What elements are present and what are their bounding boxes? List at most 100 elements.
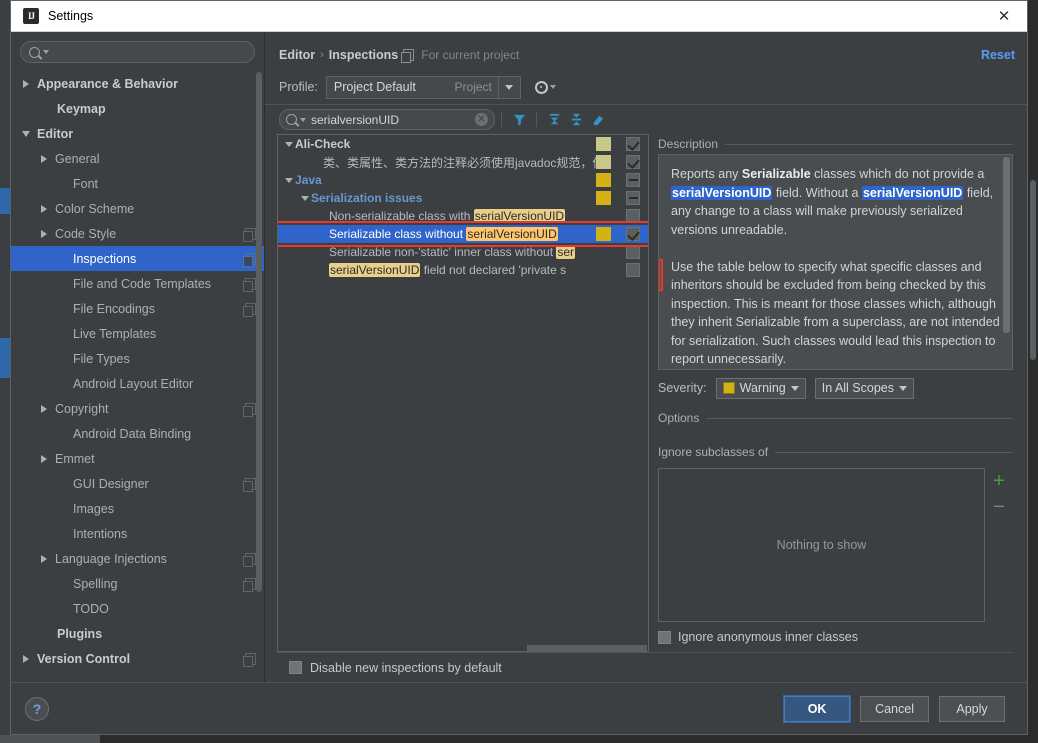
chevron-right-icon[interactable] bbox=[21, 653, 33, 665]
chevron-down-icon[interactable] bbox=[21, 128, 33, 140]
sidebar-item-android-data-binding[interactable]: Android Data Binding bbox=[11, 421, 264, 446]
help-button[interactable]: ? bbox=[25, 696, 49, 721]
inspection-checkbox[interactable] bbox=[626, 227, 640, 241]
ignore-anonymous-row[interactable]: Ignore anonymous inner classes bbox=[658, 622, 1013, 652]
sidebar-item-keymap[interactable]: Keymap bbox=[11, 96, 264, 121]
description-scrollbar[interactable] bbox=[1003, 157, 1010, 333]
project-settings-icon bbox=[243, 277, 256, 292]
chevron-right-icon[interactable] bbox=[39, 403, 51, 415]
filter-icon[interactable] bbox=[508, 109, 530, 131]
chevron-down-icon[interactable] bbox=[284, 175, 295, 186]
sidebar-item-copyright[interactable]: Copyright bbox=[11, 396, 264, 421]
ignore-anonymous-checkbox[interactable] bbox=[658, 630, 671, 644]
ignore-subclasses-table[interactable]: Nothing to show bbox=[658, 468, 985, 622]
sidebar-item-file-encodings[interactable]: File Encodings bbox=[11, 296, 264, 321]
profile-dropdown[interactable]: Project Default Project bbox=[325, 75, 521, 99]
add-button[interactable]: + bbox=[993, 471, 1005, 491]
sidebar-item-images[interactable]: Images bbox=[11, 496, 264, 521]
reset-filter-icon[interactable] bbox=[587, 109, 609, 131]
sidebar-item-live-templates[interactable]: Live Templates bbox=[11, 321, 264, 346]
inspections-panel: Editor › Inspections For current project… bbox=[265, 32, 1027, 682]
breadcrumb-parent[interactable]: Editor bbox=[279, 48, 315, 62]
apply-button[interactable]: Apply bbox=[939, 695, 1005, 722]
inspection-checkbox[interactable] bbox=[626, 191, 640, 205]
expand-all-icon[interactable] bbox=[543, 109, 565, 131]
inspection-row[interactable]: Non-serializable class with serialVersio… bbox=[278, 207, 648, 225]
chevron-down-icon[interactable] bbox=[284, 139, 295, 150]
inspection-row[interactable]: serialVersionUID field not declared 'pri… bbox=[278, 261, 648, 279]
chevron-right-icon[interactable] bbox=[39, 153, 51, 165]
sidebar-item-color-scheme[interactable]: Color Scheme bbox=[11, 196, 264, 221]
chevron-down-icon[interactable] bbox=[300, 193, 311, 204]
sidebar-item-general[interactable]: General bbox=[11, 146, 264, 171]
inspection-checkbox[interactable] bbox=[626, 245, 640, 259]
sidebar-item-spelling[interactable]: Spelling bbox=[11, 571, 264, 596]
severity-dropdown[interactable]: Warning bbox=[715, 377, 806, 399]
sidebar-item-emmet[interactable]: Emmet bbox=[11, 446, 264, 471]
gear-icon[interactable] bbox=[534, 80, 556, 94]
inspection-row[interactable]: Ali-Check bbox=[278, 135, 648, 153]
settings-category-tree[interactable]: Appearance & Behavior Keymap Editor General… bbox=[11, 69, 264, 682]
disable-new-inspections-checkbox[interactable] bbox=[289, 661, 302, 674]
ok-button[interactable]: OK bbox=[784, 695, 851, 722]
inspection-checkbox[interactable] bbox=[626, 209, 640, 223]
chevron-right-icon[interactable] bbox=[39, 553, 51, 565]
inspection-row[interactable]: Serializable non-'static' inner class wi… bbox=[278, 243, 648, 261]
scope-dropdown[interactable]: In All Scopes bbox=[814, 377, 914, 399]
sidebar-scrollbar[interactable] bbox=[256, 72, 262, 592]
chevron-right-icon[interactable] bbox=[39, 228, 51, 240]
sidebar-item-code-style[interactable]: Code Style bbox=[11, 221, 264, 246]
project-settings-icon bbox=[243, 477, 256, 492]
cancel-button[interactable]: Cancel bbox=[860, 695, 929, 722]
sidebar-item-plugins[interactable]: Plugins bbox=[11, 621, 264, 646]
inspection-tree-hscrollbar[interactable] bbox=[527, 645, 647, 651]
clear-icon[interactable]: ✕ bbox=[475, 113, 488, 126]
inspection-search-input[interactable]: serialversionUID bbox=[309, 113, 472, 127]
sidebar-item-editor[interactable]: Editor bbox=[11, 121, 264, 146]
chevron-down-icon[interactable] bbox=[43, 50, 49, 54]
sidebar-item-gui-designer[interactable]: GUI Designer bbox=[11, 471, 264, 496]
close-icon[interactable]: ✕ bbox=[981, 1, 1027, 32]
sidebar-item-todo[interactable]: TODO bbox=[11, 596, 264, 621]
sidebar-item-appearance-behavior[interactable]: Appearance & Behavior bbox=[11, 71, 264, 96]
chevron-down-icon[interactable] bbox=[300, 117, 306, 122]
sidebar-search-box[interactable] bbox=[20, 41, 255, 63]
inspection-row[interactable]: 类、类属性、类方法的注释必须使用javadoc规范，使 bbox=[278, 153, 648, 171]
inspection-tree[interactable]: Ali-Check 类、类属性、类方法的注释必须使用javadoc规范，使 Java… bbox=[277, 134, 649, 652]
chevron-down-icon[interactable] bbox=[497, 76, 520, 98]
remove-button[interactable]: − bbox=[993, 497, 1005, 517]
sidebar-item-inspections[interactable]: Inspections bbox=[11, 246, 264, 271]
collapse-all-icon[interactable] bbox=[565, 109, 587, 131]
inspection-checkbox[interactable] bbox=[626, 155, 640, 169]
disable-new-inspections-row[interactable]: Disable new inspections by default bbox=[277, 652, 1013, 682]
editor-scrollbar[interactable] bbox=[1030, 180, 1036, 360]
inspection-row[interactable]: Serialization issues bbox=[278, 189, 648, 207]
dialog-actions: OK Cancel Apply bbox=[784, 695, 1005, 722]
search-input[interactable] bbox=[52, 45, 246, 59]
chevron-right-icon[interactable] bbox=[21, 78, 33, 90]
inspection-row[interactable]: Serializable class without serialVersion… bbox=[278, 225, 648, 243]
sidebar-item-version-control[interactable]: Version Control bbox=[11, 646, 264, 671]
chevron-right-icon[interactable] bbox=[39, 453, 51, 465]
sidebar-item-file-types[interactable]: File Types bbox=[11, 346, 264, 371]
sidebar-item-android-layout-editor[interactable]: Android Layout Editor bbox=[11, 371, 264, 396]
sidebar-item-font[interactable]: Font bbox=[11, 171, 264, 196]
intellij-idea-icon: IJ bbox=[23, 8, 39, 24]
sidebar-item-language-injections[interactable]: Language Injections bbox=[11, 546, 264, 571]
inspection-search-box[interactable]: serialversionUID ✕ bbox=[279, 109, 495, 130]
inspection-label: Serializable non-'static' inner class wi… bbox=[329, 245, 576, 259]
reset-link[interactable]: Reset bbox=[981, 48, 1015, 62]
chevron-right-icon[interactable] bbox=[39, 203, 51, 215]
sidebar-item-intentions[interactable]: Intentions bbox=[11, 521, 264, 546]
inspection-checkbox[interactable] bbox=[626, 173, 640, 187]
inspection-checkbox[interactable] bbox=[626, 263, 640, 277]
inspection-checkbox[interactable] bbox=[626, 137, 640, 151]
project-settings-icon bbox=[243, 227, 256, 242]
inspection-row[interactable]: Java bbox=[278, 171, 648, 189]
sidebar-item-file-and-code-templates[interactable]: File and Code Templates bbox=[11, 271, 264, 296]
project-settings-icon bbox=[243, 252, 256, 267]
